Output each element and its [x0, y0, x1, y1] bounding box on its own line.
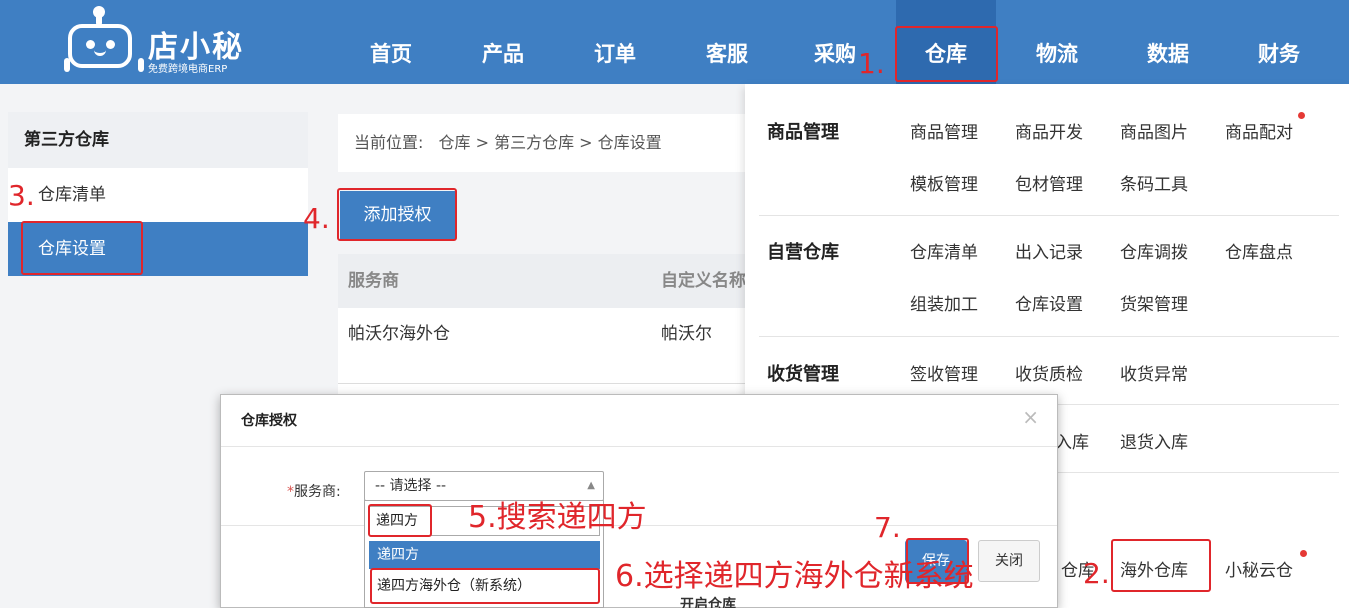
nav-logistics[interactable]: 物流 — [1018, 0, 1096, 84]
new-badge-dot — [1298, 112, 1305, 119]
top-nav-bar: 店小秘 免费跨境电商ERP 首页 产品 订单 客服 采购 仓库 物流 数据 财务 — [0, 0, 1349, 84]
menu-link-product-management[interactable]: 商品管理 — [910, 118, 978, 143]
annotation-box-search — [368, 504, 432, 537]
annotation-box-add-authorization — [337, 188, 457, 241]
annotation-step-2: 2. — [1083, 557, 1110, 590]
table-row[interactable]: 帕沃尔海外仓 帕沃尔 — [338, 308, 758, 384]
menu-link-xiaomi-cloud-warehouse[interactable]: 小秘云仓 — [1225, 556, 1293, 581]
menu-link-product-development[interactable]: 商品开发 — [1015, 118, 1083, 143]
provider-table: 服务商 自定义名称 帕沃尔海外仓 帕沃尔 — [338, 254, 758, 404]
menu-link-template-management[interactable]: 模板管理 — [910, 170, 978, 195]
menu-link-product-images[interactable]: 商品图片 — [1120, 118, 1188, 143]
menu-group-title-receiving: 收货管理 — [767, 364, 839, 385]
robot-mouth-icon — [94, 50, 106, 56]
column-header-custom-name: 自定义名称 — [661, 271, 746, 291]
cell-custom-name: 帕沃尔 — [661, 324, 712, 344]
cell-provider: 帕沃尔海外仓 — [348, 324, 450, 344]
menu-link-sign-management[interactable]: 签收管理 — [910, 360, 978, 385]
modal-title: 仓库授权 — [221, 395, 1057, 447]
annotation-box-overseas-warehouse — [1111, 539, 1211, 592]
breadcrumb-label: 当前位置: — [354, 133, 424, 152]
menu-group-title-own-warehouse: 自营仓库 — [767, 242, 839, 263]
menu-link-assembly[interactable]: 组装加工 — [910, 290, 978, 315]
table-header: 服务商 自定义名称 — [338, 254, 758, 308]
breadcrumb-path: 仓库 > 第三方仓库 > 仓库设置 — [438, 133, 662, 152]
sidebar-title: 第三方仓库 — [8, 112, 308, 168]
annotation-step-4: 4. — [303, 202, 330, 235]
annotation-step-3: 3. — [8, 179, 35, 212]
annotation-step-1: 1. — [858, 47, 885, 80]
column-header-provider: 服务商 — [348, 271, 399, 291]
menu-divider — [759, 215, 1339, 216]
breadcrumb: 当前位置: 仓库 > 第三方仓库 > 仓库设置 — [338, 114, 758, 172]
provider-field-label: *服务商: — [287, 484, 341, 500]
menu-link-warehouse-transfer[interactable]: 仓库调拨 — [1120, 238, 1188, 263]
menu-link-receiving-exception[interactable]: 收货异常 — [1120, 360, 1188, 385]
nav-customer-service[interactable]: 客服 — [688, 0, 766, 84]
nav-orders[interactable]: 订单 — [576, 0, 654, 84]
option-4px[interactable]: 递四方 — [369, 541, 600, 569]
robot-eye-icon — [106, 40, 115, 49]
background-column-text: 开启仓库 — [680, 597, 736, 608]
menu-link-product-matching[interactable]: 商品配对 — [1225, 118, 1293, 143]
app-logo[interactable]: 店小秘 免费跨境电商ERP — [64, 6, 268, 75]
close-icon[interactable]: × — [1022, 395, 1039, 439]
menu-link-stock-count[interactable]: 仓库盘点 — [1225, 238, 1293, 263]
menu-link-inout-records[interactable]: 出入记录 — [1015, 238, 1083, 263]
menu-group-title-product-management: 商品管理 — [767, 122, 839, 143]
nav-data[interactable]: 数据 — [1129, 0, 1207, 84]
nav-finance[interactable]: 财务 — [1240, 0, 1318, 84]
menu-link-warehouse-list[interactable]: 仓库清单 — [910, 238, 978, 263]
provider-select[interactable]: -- 请选择 -- ▲ — [364, 471, 604, 501]
menu-divider — [759, 336, 1339, 337]
close-button[interactable]: 关闭 — [978, 540, 1040, 582]
nav-home[interactable]: 首页 — [352, 0, 430, 84]
annotation-step-5: 5.搜索递四方 — [468, 500, 647, 535]
annotation-box-overseas-option — [370, 568, 600, 604]
logo-tagline: 免费跨境电商ERP — [148, 64, 228, 75]
robot-logo-icon — [64, 24, 144, 72]
menu-link-packaging-management[interactable]: 包材管理 — [1015, 170, 1083, 195]
provider-select-value: -- 请选择 -- — [375, 478, 447, 494]
menu-link-shelf-management[interactable]: 货架管理 — [1120, 290, 1188, 315]
annotation-step-6: 6.选择递四方海外仓新系统 — [615, 559, 974, 594]
annotation-box-warehouse-settings — [21, 221, 143, 275]
menu-link-inbound[interactable]: 入库 — [1055, 428, 1089, 453]
menu-link-receiving-qc[interactable]: 收货质检 — [1015, 360, 1083, 385]
annotation-step-7: 7. — [874, 511, 901, 544]
nav-products[interactable]: 产品 — [464, 0, 542, 84]
menu-link-barcode-tool[interactable]: 条码工具 — [1120, 170, 1188, 195]
robot-ear-icon — [64, 58, 70, 72]
menu-link-return-inbound[interactable]: 退货入库 — [1120, 428, 1188, 453]
caret-up-icon: ▲ — [587, 480, 595, 491]
new-badge-dot — [1300, 550, 1307, 557]
robot-ear-icon — [138, 58, 144, 72]
annotation-box-warehouse-nav — [895, 26, 998, 82]
sidebar-item-warehouse-list[interactable]: 仓库清单 — [8, 168, 308, 222]
menu-link-warehouse-settings[interactable]: 仓库设置 — [1015, 290, 1083, 315]
robot-eye-icon — [86, 40, 95, 49]
